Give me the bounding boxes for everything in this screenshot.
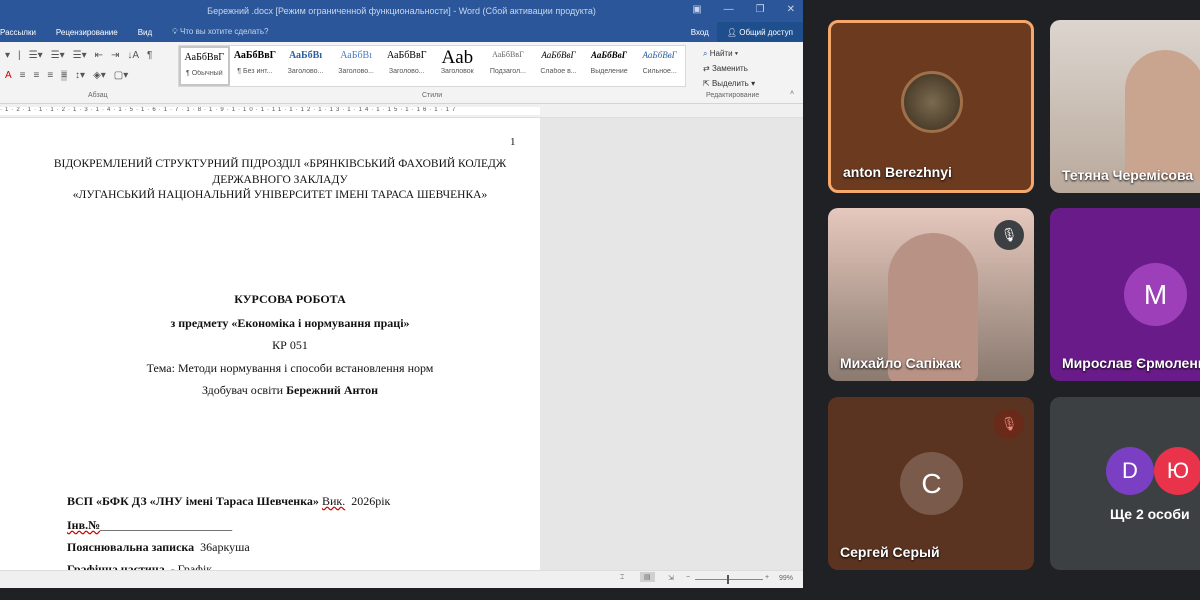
align-buttons[interactable]: A ≡ ≡ ≡ ≡ ↕▾ ◈▾ ▢▾ bbox=[5, 70, 128, 81]
avatar: Ю bbox=[1154, 447, 1200, 495]
editing-group: ⌕ Найти ▾ ⇄ Заменить ⇱ Выделить ▾ bbox=[703, 46, 755, 91]
style-heading3[interactable]: АаБбВвГ Заголово... bbox=[381, 46, 432, 86]
maximize-button[interactable]: ❐ bbox=[756, 4, 765, 15]
doc-title: КУРСОВА РОБОТА bbox=[234, 292, 346, 306]
more-participants-tile[interactable]: D Ю Ще 2 особи bbox=[1050, 397, 1200, 570]
justify-icon: ≡ bbox=[61, 70, 68, 81]
replace-icon: ⇄ bbox=[703, 64, 710, 73]
align-right-icon: ≡ bbox=[47, 70, 54, 81]
title-bar: Бережний .docx [Режим ограниченной функц… bbox=[0, 0, 803, 22]
style-subtitle[interactable]: АаБбВвГ Подзагол... bbox=[483, 46, 534, 86]
find-button[interactable]: ⌕ Найти ▾ bbox=[703, 46, 755, 61]
group-editing-label: Редактирование bbox=[706, 92, 760, 99]
tab-mailings[interactable]: Рассылки bbox=[0, 28, 36, 37]
tab-review[interactable]: Рецензирование bbox=[56, 28, 118, 37]
doc-subject: з предмету «Економіка і нормування праці… bbox=[170, 316, 410, 330]
participant-name: Мирослав Єрмоленко bbox=[1062, 355, 1200, 371]
shading-icon: ◈▾ bbox=[93, 70, 106, 81]
list-buttons[interactable]: ▾ | ☰▾ ☰▾ ☰▾ ⇤ ⇥ ↓A ¶ bbox=[5, 50, 152, 61]
participant-name: Тетяна Черемісова bbox=[1062, 167, 1194, 183]
participant-tile[interactable]: anton Berezhnyi bbox=[828, 20, 1034, 193]
avatar bbox=[901, 71, 963, 133]
numbering-icon: ☰▾ bbox=[50, 50, 65, 61]
align-center-icon: ≡ bbox=[33, 70, 40, 81]
ribbon: ▾ | ☰▾ ☰▾ ☰▾ ⇤ ⇥ ↓A ¶ A ≡ ≡ ≡ ≡ ↕▾ ◈▾ ▢▾ Абзац АаБбВвГ ¶… bbox=[0, 42, 803, 104]
video-feed bbox=[1125, 50, 1200, 180]
mic-off-icon: 🎙︎ bbox=[994, 409, 1024, 439]
multilevel-icon: ☰▾ bbox=[72, 50, 87, 61]
read-mode-icon[interactable]: ⌶ bbox=[620, 574, 624, 582]
avatar: C bbox=[900, 452, 963, 515]
header-line-1: ВІДОКРЕМЛЕНИЙ СТРУКТУРНИЙ ПІДРОЗДІЛ «БРЯ… bbox=[53, 158, 507, 170]
doc-org-line: ВСП «БФК ДЗ «ЛНУ імені Тараса Шевченка» … bbox=[67, 494, 391, 508]
doc-topic: Тема: Методи нормування і способи встано… bbox=[146, 361, 434, 375]
avatar: D bbox=[1106, 447, 1154, 495]
share-button[interactable]: 👤︎ Общий доступ bbox=[716, 22, 803, 42]
participant-tile[interactable]: Тетяна Черемісова bbox=[1050, 20, 1200, 193]
lightbulb-icon: 💡︎ bbox=[172, 27, 178, 36]
zoom-out-button[interactable]: − bbox=[686, 574, 690, 581]
header-line-3: «ЛУГАНСЬКИЙ НАЦІОНАЛЬНИЙ УНІВЕРСИТЕТ ІМЕ… bbox=[72, 189, 488, 201]
page-number: 1 bbox=[510, 136, 516, 148]
participant-tile[interactable]: C 🎙︎ Сергей Серый bbox=[828, 397, 1034, 570]
tab-view[interactable]: Вид bbox=[138, 28, 152, 37]
line-spacing-icon: ↕▾ bbox=[75, 70, 86, 81]
web-layout-icon[interactable]: ⇲ bbox=[668, 574, 674, 582]
borders-icon: ▢▾ bbox=[113, 70, 129, 81]
tell-me-search[interactable]: 💡︎ Что вы хотите сделать? bbox=[172, 27, 268, 37]
group-paragraph-label: Абзац bbox=[88, 92, 108, 99]
cursor-icon: ⇱ bbox=[703, 79, 710, 88]
sort-icon: ↓A bbox=[127, 50, 140, 61]
avatar: M bbox=[1124, 263, 1187, 326]
document-page[interactable]: 1 ВІДОКРЕМЛЕНИЙ СТРУКТУРНИЙ ПІДРОЗДІЛ «Б… bbox=[0, 118, 540, 576]
styles-gallery: АаБбВвГ ¶ Обычный АаБбВвГ ¶ Без инт... АаБ… bbox=[178, 45, 686, 87]
header-line-2: ДЕРЖАВНОГО ЗАКЛАДУ bbox=[212, 174, 348, 186]
zoom-level[interactable]: 99% bbox=[779, 575, 793, 582]
word-window: Бережний .docx [Режим ограниченной функц… bbox=[0, 0, 803, 588]
style-title[interactable]: Aab Заголовок bbox=[432, 46, 483, 86]
style-subtle-emphasis[interactable]: АаБбВвГ Слабое в... bbox=[533, 46, 584, 86]
close-button[interactable]: ✕ bbox=[787, 4, 795, 15]
bullets-icon: ☰▾ bbox=[28, 50, 43, 61]
mic-off-icon: 🎙︎ bbox=[994, 220, 1024, 250]
ruler[interactable]: ·1·2·1·1·1·2·1·3·1·4·1·5·1·6·1·7·1·8·1·9… bbox=[0, 104, 803, 118]
zoom-slider[interactable] bbox=[695, 575, 763, 584]
pilcrow-icon: ¶ bbox=[147, 50, 153, 61]
sign-in-link[interactable]: Вход bbox=[691, 28, 709, 37]
participant-name: anton Berezhnyi bbox=[843, 164, 952, 180]
style-heading1[interactable]: АаБбВı Заголово... bbox=[280, 46, 331, 86]
doc-student: Здобувач освіти Бережний Антон bbox=[201, 383, 379, 397]
indent-icon: ⇤ bbox=[94, 50, 103, 61]
participant-name: Михайло Сапіжак bbox=[840, 355, 961, 371]
window-title: Бережний .docx [Режим ограниченной функц… bbox=[207, 6, 596, 16]
print-layout-icon[interactable]: ▤ bbox=[640, 572, 655, 582]
ribbon-tabs: Рассылки Рецензирование Вид 💡︎ Что вы хо… bbox=[0, 22, 803, 42]
participant-tile[interactable]: 🎙︎ Михайло Сапіжак bbox=[828, 208, 1034, 381]
doc-inv: Інв.№______________________ bbox=[67, 518, 233, 532]
doc-note: Пояснювальна записка 36аркуша bbox=[67, 540, 250, 554]
style-normal[interactable]: АаБбВвГ ¶ Обычный bbox=[179, 46, 230, 86]
replace-button[interactable]: ⇄ Заменить bbox=[703, 61, 755, 76]
doc-code: КР 051 bbox=[272, 338, 308, 352]
zoom-in-button[interactable]: + bbox=[765, 574, 769, 581]
group-styles-label: Стили bbox=[422, 92, 443, 99]
participant-name: Сергей Серый bbox=[840, 544, 940, 560]
more-participants-label: Ще 2 особи bbox=[1110, 506, 1190, 522]
align-left-icon: ≡ bbox=[19, 70, 26, 81]
style-emphasis[interactable]: АаБбВвГ Выделение bbox=[584, 46, 635, 86]
status-bar: ⌶ ▤ ⇲ − + 99% bbox=[0, 570, 803, 588]
search-icon: ⌕ bbox=[703, 49, 708, 58]
select-button[interactable]: ⇱ Выделить ▾ bbox=[703, 76, 755, 91]
person-icon: 👤︎ bbox=[726, 27, 740, 37]
style-intense-emphasis[interactable]: АаБбВвГ Сильное... bbox=[634, 46, 685, 86]
style-heading2[interactable]: АаБбВı Заголово... bbox=[331, 46, 382, 86]
ribbon-display-icon[interactable]: ▣ bbox=[692, 4, 701, 15]
outdent-icon: ⇥ bbox=[110, 50, 120, 61]
participant-tile[interactable]: M Мирослав Єрмоленко bbox=[1050, 208, 1200, 381]
font-color-icon: A bbox=[5, 70, 12, 81]
collapse-ribbon-icon[interactable]: ˄ bbox=[790, 90, 794, 97]
style-no-spacing[interactable]: АаБбВвГ ¶ Без инт... bbox=[230, 46, 281, 86]
minimize-button[interactable]: — bbox=[724, 4, 734, 15]
